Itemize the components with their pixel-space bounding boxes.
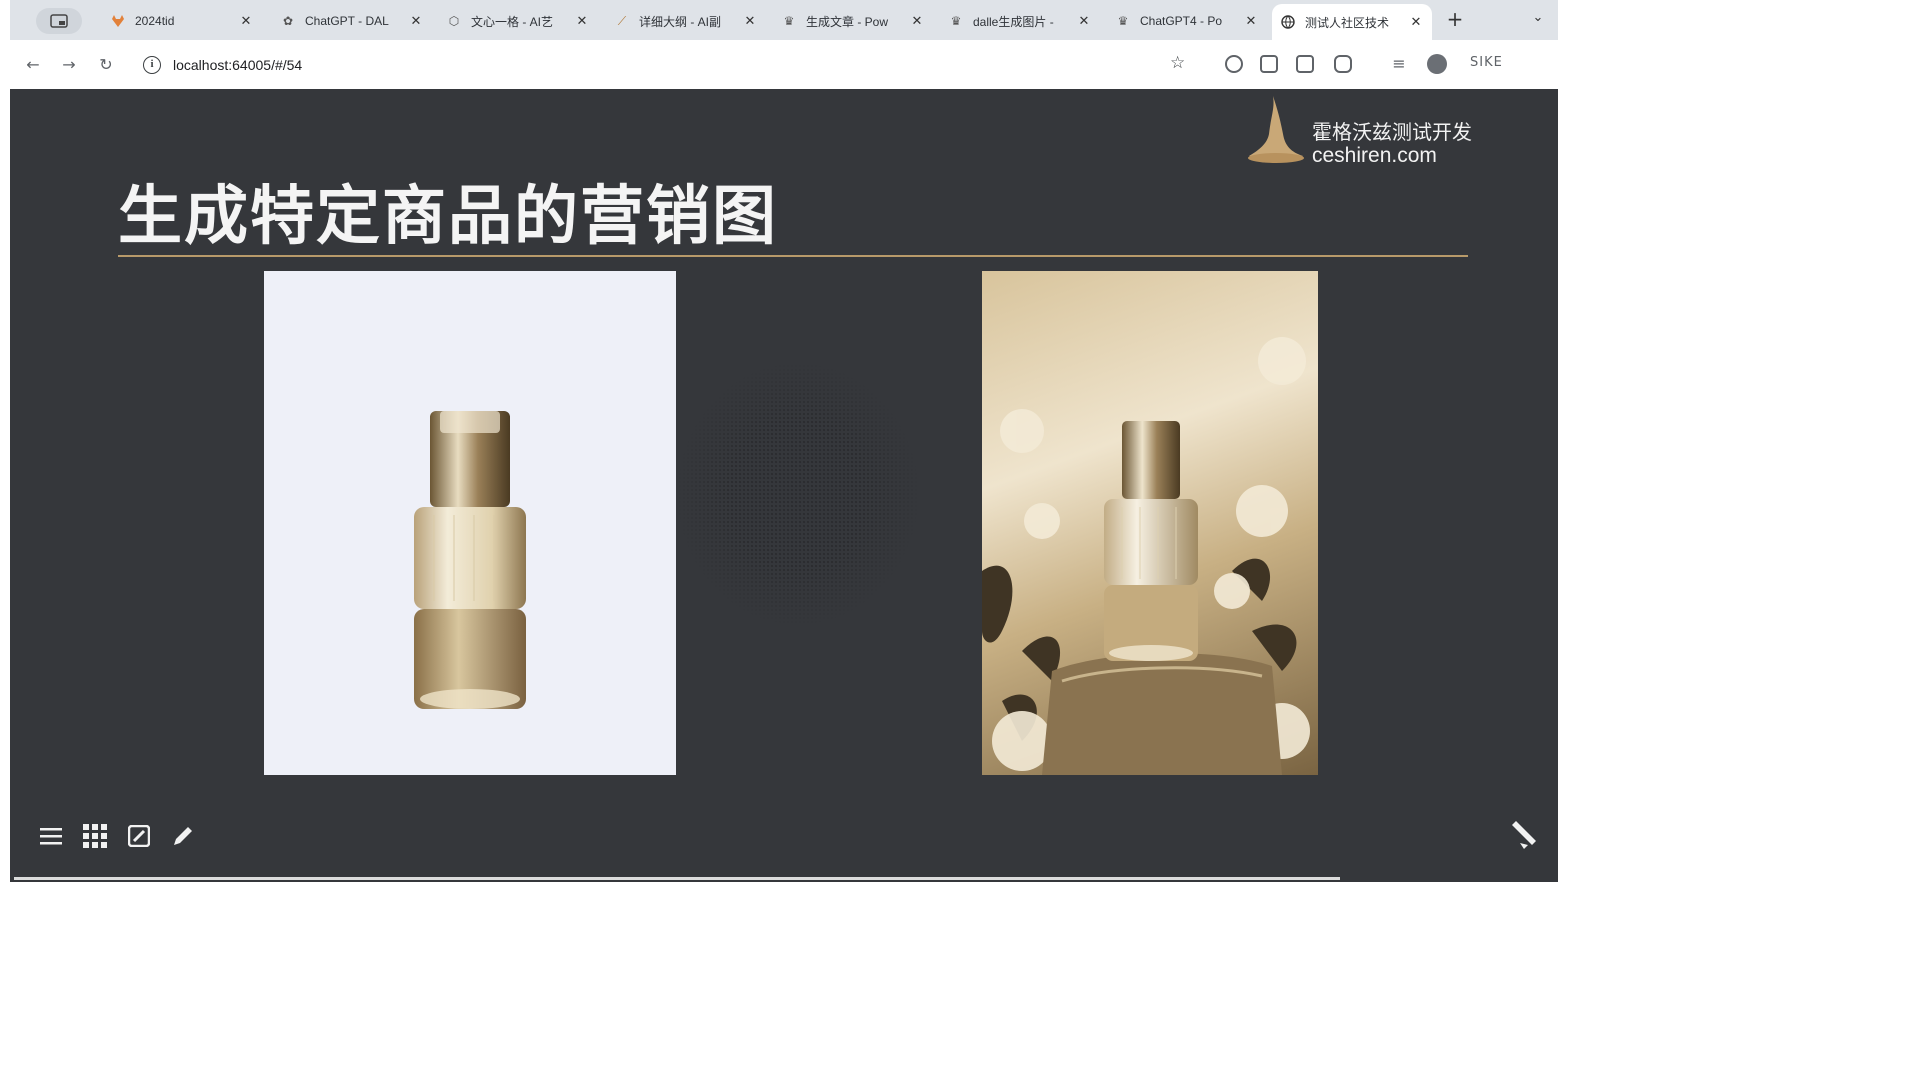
tab-title: 详细大纲 - AI副 [639,14,722,29]
tab-title: dalle生成图片 - [973,14,1054,29]
browser-window: 2024tid ✕ ✿ ChatGPT - DAL ✕ ⬡ 文心一格 - AI艺… [10,0,1558,89]
slide-toolbar [38,823,196,849]
tab-title: 文心一格 - AI艺 [471,14,554,29]
reload-icon[interactable]: ↻ [93,52,119,78]
halftone-dot-decoration [678,364,918,624]
extension-icon[interactable] [1225,55,1243,73]
poe-icon: ♛ [1117,14,1129,28]
reading-list-icon[interactable]: ≡ [1386,51,1412,77]
profile-label[interactable]: SIKE [1470,55,1503,70]
serum-bottle-with-flowers-image [982,337,1310,775]
tab-title: 测试人社区技术 [1305,15,1390,30]
cube-icon: ⬡ [448,14,460,28]
tab-2024tid[interactable]: 2024tid ✕ [102,6,262,36]
extension-icon[interactable] [1260,55,1278,73]
forward-arrow-icon[interactable]: → [56,52,82,78]
presentation-slide: 霍格沃兹测试开发 ceshiren.com 生成特定商品的营销图 [10,89,1558,882]
browser-toolbar: ← → ↻ i localhost:64005/#/54 ☆ ≡ SIKE [10,40,1558,89]
extension-icon[interactable] [1296,55,1314,73]
tab-search-icon [50,14,68,28]
close-tab-icon[interactable]: ✕ [1243,13,1259,29]
product-photo-original [264,271,676,775]
chevron-down-icon[interactable]: ⌄ [1528,10,1548,30]
close-tab-icon[interactable]: ✕ [1408,14,1424,30]
tab-outline[interactable]: ⟋ 详细大纲 - AI副 ✕ [606,6,766,36]
edit-note-icon[interactable] [126,823,152,849]
pencil-icon[interactable] [170,823,196,849]
tab-strip: 2024tid ✕ ✿ ChatGPT - DAL ✕ ⬡ 文心一格 - AI艺… [10,0,1558,40]
tab-generate-article[interactable]: ♛ 生成文章 - Pow ✕ [773,6,933,36]
tab-search-button[interactable] [36,8,82,34]
close-tab-icon[interactable]: ✕ [238,13,254,29]
logo-domain-text: ceshiren.com [1312,144,1437,167]
tab-title: 生成文章 - Pow [806,14,889,29]
close-tab-icon[interactable]: ✕ [909,13,925,29]
serum-bottle-image [414,411,526,709]
logo-chinese-text: 霍格沃兹测试开发 [1312,120,1472,144]
url-text[interactable]: localhost:64005/#/54 [173,57,302,73]
avatar[interactable] [1427,54,1447,74]
tab-title: ChatGPT - DAL [305,14,389,28]
close-tab-icon[interactable]: ✕ [742,13,758,29]
tab-title: ChatGPT4 - Po [1140,14,1223,28]
title-divider [118,255,1468,257]
tab-chatgpt-dall[interactable]: ✿ ChatGPT - DAL ✕ [272,6,432,36]
back-arrow-icon[interactable]: ← [20,52,46,78]
close-tab-icon[interactable]: ✕ [574,13,590,29]
extension-icon[interactable] [1334,55,1352,73]
close-tab-icon[interactable]: ✕ [408,13,424,29]
site-info-icon[interactable]: i [143,56,161,74]
tab-dalle-images[interactable]: ♛ dalle生成图片 - ✕ [940,6,1100,36]
grid-overview-icon[interactable] [82,823,108,849]
gitlab-fox-icon [110,13,126,29]
globe-icon [1280,14,1296,30]
new-tab-button[interactable]: + [1444,8,1466,30]
menu-icon[interactable] [38,823,64,849]
marketing-photo-generated [982,271,1318,775]
close-tab-icon[interactable]: ✕ [1076,13,1092,29]
tab-title: 2024tid [135,14,175,28]
pen-cursor-icon[interactable] [1510,819,1540,851]
openai-icon: ✿ [282,14,294,28]
poe-icon: ♛ [783,14,795,28]
slide-title: 生成特定商品的营销图 [118,180,778,254]
brand-logo: 霍格沃兹测试开发 ceshiren.com [1245,94,1495,167]
tab-chatgpt4[interactable]: ♛ ChatGPT4 - Po ✕ [1107,6,1267,36]
slide-progress-bar [14,877,1340,880]
poe-icon: ♛ [950,14,962,28]
wizard-hat-icon [1248,96,1304,163]
tab-ceshiren-community[interactable]: 测试人社区技术 ✕ [1272,4,1432,40]
tab-wenxin-yige[interactable]: ⬡ 文心一格 - AI艺 ✕ [438,6,598,36]
address-bar[interactable]: i localhost:64005/#/54 [134,48,1204,82]
quill-icon: ⟋ [617,13,627,28]
bookmark-star-icon[interactable]: ☆ [1170,53,1185,73]
